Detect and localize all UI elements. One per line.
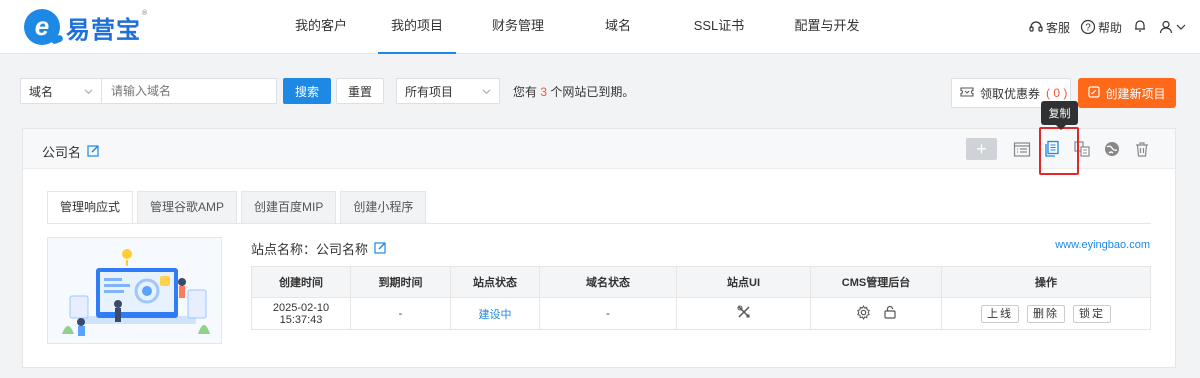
help-circle-icon: ? [1080, 19, 1096, 35]
cell-expires: - [350, 297, 451, 330]
add-icon[interactable]: + [966, 138, 997, 160]
project-card-header: 公司名 + [23, 129, 1175, 169]
create-project-button[interactable]: 创建新项目 [1078, 78, 1176, 108]
col-status: 站点状态 [450, 266, 540, 298]
chevron-down-icon [1176, 24, 1186, 30]
company-name-text: 公司名 [42, 145, 82, 160]
tools-icon[interactable] [736, 305, 751, 322]
new-project-icon [1088, 85, 1101, 101]
nav-domain[interactable]: 域名 [588, 0, 648, 54]
user-icon[interactable] [1158, 19, 1186, 35]
nav-config-dev[interactable]: 配置与开发 [782, 0, 872, 54]
ticket-icon [960, 86, 974, 101]
chevron-down-icon [84, 89, 93, 95]
logo-mark: e [24, 9, 60, 45]
site-url-link[interactable]: www.eyingbao.com [1055, 239, 1150, 251]
tab-responsive[interactable]: 管理响应式 [47, 191, 134, 223]
site-table: 创建时间 到期时间 站点状态 域名状态 站点UI CMS管理后台 操作 2025… [251, 266, 1151, 330]
top-right-tools: 客服 ? 帮助 [1028, 0, 1186, 54]
service-label: 客服 [1045, 20, 1070, 35]
brand-name: 易营宝® [66, 9, 149, 44]
headset-icon [1028, 19, 1044, 35]
expire-notice: 您有 3 个网站已到期。 [513, 84, 635, 99]
field-select-value: 域名 [29, 84, 54, 99]
site-type-tabs: 管理响应式 管理谷歌AMP 创建百度MIP 创建小程序 [47, 191, 427, 223]
col-expires: 到期时间 [350, 266, 451, 298]
go-online-button[interactable]: 上线 [981, 304, 1019, 323]
cell-cms [810, 297, 942, 330]
filter-bar: 域名 搜索 重置 所有项目 您有 3 个网站已到期。 [20, 78, 634, 104]
chevron-down-icon [482, 89, 491, 95]
edit-icon[interactable] [87, 144, 100, 160]
coupon-count: ( 0 ) [1046, 86, 1068, 100]
svg-text:?: ? [1085, 23, 1091, 34]
project-select-value: 所有项目 [405, 84, 454, 99]
col-actions: 操作 [941, 266, 1151, 298]
col-created: 创建时间 [251, 266, 351, 298]
service-link[interactable]: 客服 [1028, 19, 1070, 36]
delete-button[interactable]: 删除 [1027, 304, 1065, 323]
nav-ssl[interactable]: SSL证书 [684, 0, 754, 54]
folder-list-icon[interactable] [1007, 136, 1037, 162]
globe-icon[interactable] [1097, 136, 1127, 162]
table-header-row: 创建时间 到期时间 站点状态 域名状态 站点UI CMS管理后台 操作 [251, 266, 1151, 298]
cell-domain-status: - [539, 297, 677, 330]
bell-icon[interactable] [1132, 18, 1148, 37]
cell-created: 2025-02-10 15:37:43 [251, 297, 351, 330]
copy-highlight-box [1039, 127, 1079, 175]
reset-button[interactable]: 重置 [336, 78, 384, 104]
cell-status[interactable]: 建设中 [450, 297, 540, 330]
help-label: 帮助 [1097, 20, 1122, 35]
tabs-divider [47, 223, 1151, 224]
nav-finance[interactable]: 财务管理 [478, 0, 558, 54]
settings-icon[interactable] [856, 304, 871, 323]
status-link[interactable]: 建设中 [479, 309, 512, 321]
main-nav: 我的客户 我的项目 财务管理 域名 SSL证书 配置与开发 [270, 0, 872, 54]
copy-tooltip: 复制 [1041, 101, 1078, 130]
project-card: 公司名 + 管理响应式 管理谷歌AMP 创建百度MIP 创建小程序 站点名称：公… [22, 128, 1176, 368]
col-cms: CMS管理后台 [810, 266, 942, 298]
site-title: 站点名称：公司名称 [251, 239, 387, 258]
tab-mini-program[interactable]: 创建小程序 [340, 191, 427, 223]
tab-baidu-mip[interactable]: 创建百度MIP [241, 191, 337, 223]
site-title-text: 站点名称：公司名称 [251, 242, 369, 257]
company-name: 公司名 [42, 142, 100, 161]
nav-my-projects[interactable]: 我的项目 [378, 0, 456, 54]
table-row: 2025-02-10 15:37:43 - 建设中 - 上线 删除 锁定 [251, 297, 1151, 330]
top-navigation-bar: e 易营宝® 我的客户 我的项目 财务管理 域名 SSL证书 配置与开发 客服 … [0, 0, 1200, 54]
help-link[interactable]: ? 帮助 [1080, 19, 1122, 36]
coupon-label: 领取优惠券 [980, 86, 1041, 101]
lock-button[interactable]: 锁定 [1073, 304, 1111, 323]
logo[interactable]: e 易营宝® [24, 8, 148, 46]
tab-google-amp[interactable]: 管理谷歌AMP [137, 191, 238, 223]
col-site-ui: 站点UI [676, 266, 811, 298]
domain-search-input[interactable] [102, 78, 277, 104]
trash-icon[interactable] [1127, 136, 1157, 162]
field-select[interactable]: 域名 [20, 78, 102, 104]
create-project-label: 创建新项目 [1105, 86, 1166, 101]
cell-actions: 上线 删除 锁定 [941, 297, 1151, 330]
cell-site-ui [676, 297, 811, 330]
search-button[interactable]: 搜索 [283, 78, 331, 104]
unlock-icon[interactable] [883, 305, 897, 322]
nav-my-customers[interactable]: 我的客户 [270, 0, 372, 54]
site-thumbnail[interactable] [47, 237, 222, 344]
col-domain-status: 域名状态 [539, 266, 677, 298]
edit-icon[interactable] [374, 241, 387, 257]
project-select[interactable]: 所有项目 [396, 78, 500, 104]
